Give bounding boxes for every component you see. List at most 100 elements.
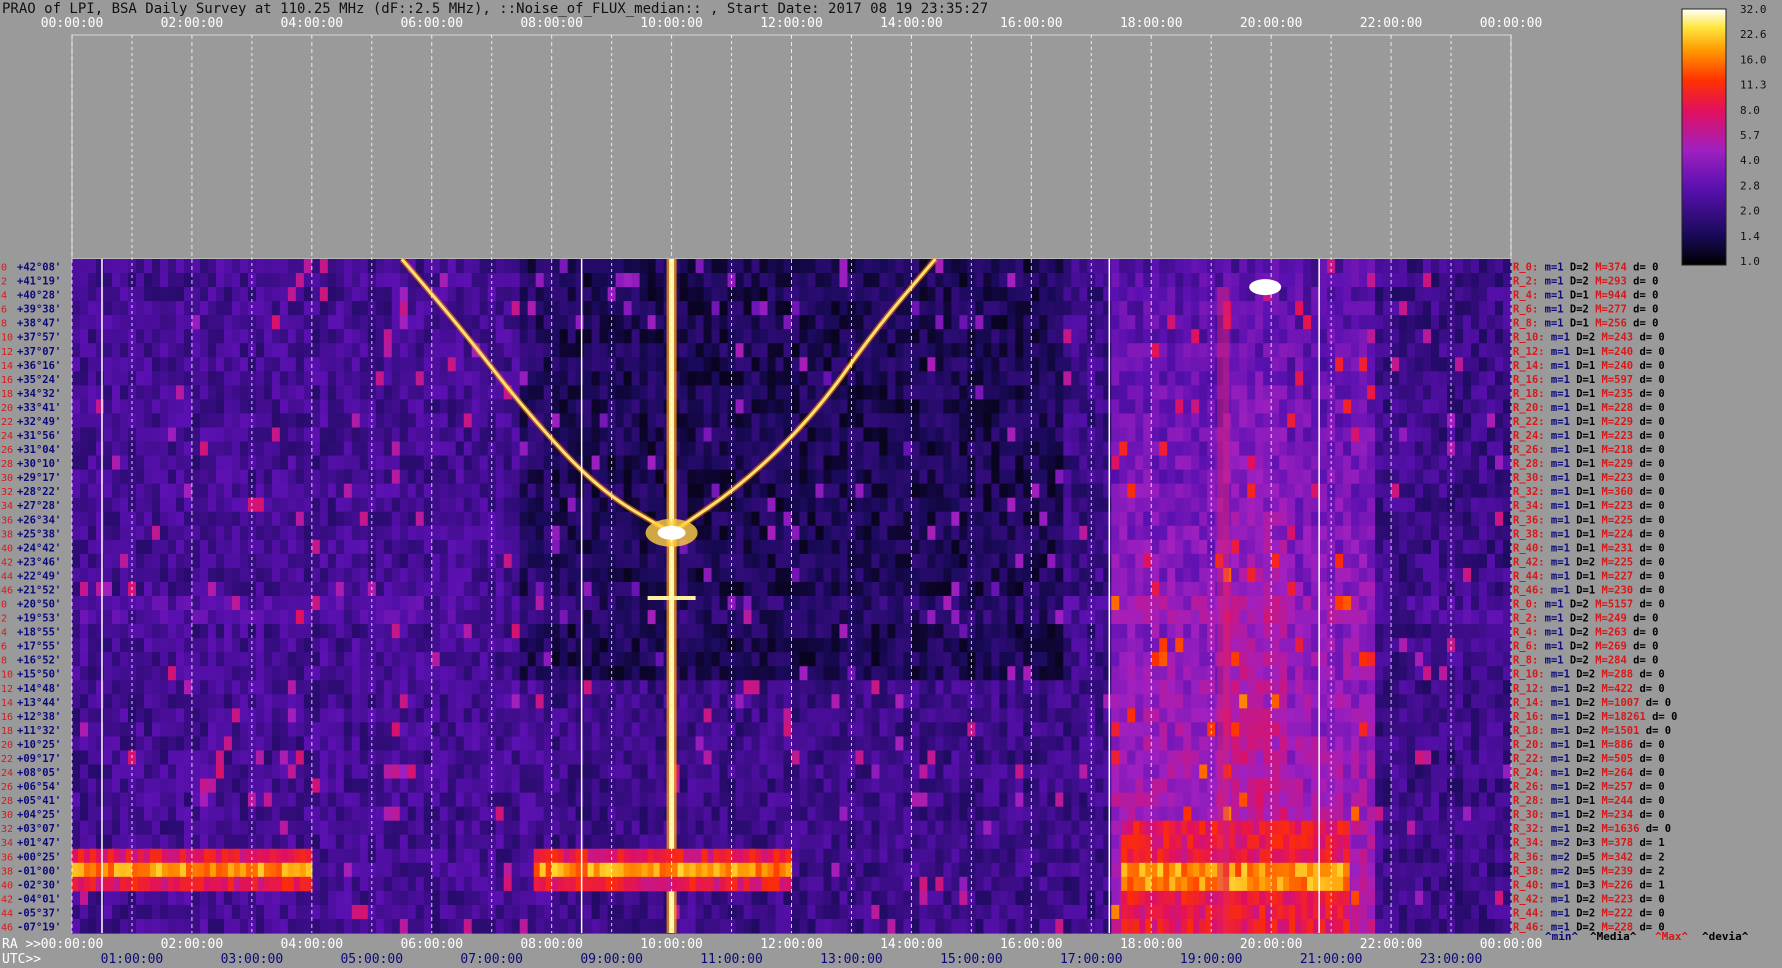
heat-cell	[783, 287, 793, 302]
heat-cell	[623, 539, 633, 555]
heat-cell	[711, 441, 721, 457]
heat-cell	[1255, 371, 1264, 386]
heat-cell	[1375, 469, 1384, 485]
heat-cell	[503, 399, 513, 415]
heat-cell	[1391, 399, 1400, 415]
heat-cell	[887, 539, 897, 555]
heat-cell	[855, 638, 865, 653]
heat-cell	[207, 511, 217, 527]
heat-cell	[1479, 385, 1488, 401]
heat-cell	[783, 497, 793, 513]
heat-cell	[1031, 610, 1040, 625]
heat-cell	[167, 343, 177, 358]
heat-cell	[231, 315, 241, 330]
heat-cell	[1391, 610, 1400, 625]
heat-cell	[639, 413, 649, 429]
heat-cell	[1167, 427, 1176, 443]
heat-cell	[1183, 329, 1192, 344]
heat-cell	[567, 273, 577, 288]
heat-cell	[95, 567, 105, 583]
heat-cell	[1367, 525, 1376, 541]
heat-cell	[119, 497, 129, 513]
heat-cell	[855, 315, 865, 330]
heat-cell	[1503, 469, 1512, 485]
heat-cell	[751, 638, 761, 653]
heat-cell	[455, 301, 465, 316]
heat-cell	[1303, 343, 1312, 358]
heat-cell	[599, 399, 609, 415]
heat-cell	[1047, 511, 1056, 527]
heat-cell	[839, 329, 849, 344]
heat-cell	[919, 385, 928, 401]
heat-cell	[767, 539, 777, 555]
heat-cell	[279, 511, 289, 527]
heat-cell	[495, 343, 505, 358]
heat-cell	[1175, 315, 1184, 330]
heat-cell	[943, 385, 952, 401]
heat-cell	[743, 525, 753, 541]
heat-cell	[1471, 553, 1480, 569]
heat-cell	[1455, 610, 1464, 625]
heat-cell	[791, 638, 801, 653]
heat-cell	[231, 624, 241, 639]
heat-cell	[439, 259, 449, 274]
heat-cell	[639, 371, 649, 386]
heat-cell	[223, 329, 233, 344]
heat-cell	[1247, 469, 1256, 485]
heat-cell	[399, 511, 409, 527]
heat-cell	[991, 553, 1000, 569]
heat-cell	[199, 287, 209, 302]
heat-cell	[287, 273, 297, 288]
heat-cell	[927, 511, 936, 527]
heat-cell	[527, 469, 537, 485]
heat-cell	[935, 273, 944, 288]
heat-cell	[687, 427, 697, 443]
heat-cell	[303, 567, 313, 583]
heat-cell	[679, 357, 689, 372]
heat-cell	[1455, 357, 1464, 372]
heat-cell	[911, 343, 921, 358]
heat-cell	[583, 301, 593, 316]
heat-cell	[1055, 315, 1064, 330]
heat-cell	[95, 273, 105, 288]
heat-cell	[1495, 539, 1504, 555]
heat-cell	[495, 399, 505, 415]
heat-cell	[1367, 567, 1376, 583]
heat-cell	[167, 610, 177, 625]
heat-cell	[311, 567, 321, 583]
heat-cell	[1071, 357, 1080, 372]
heat-cell	[1095, 567, 1104, 583]
heat-cell	[543, 610, 553, 625]
heat-cell	[1167, 371, 1176, 386]
heat-cell	[175, 413, 185, 429]
heat-cell	[871, 287, 881, 302]
heat-cell	[1239, 287, 1248, 302]
heat-cell	[263, 315, 273, 330]
heat-cell	[535, 596, 545, 611]
heat-cell	[927, 483, 936, 499]
heat-cell	[375, 301, 385, 316]
heat-cell	[735, 638, 745, 653]
heat-cell	[1391, 413, 1400, 429]
heat-cell	[1287, 273, 1296, 288]
heat-cell	[535, 343, 545, 358]
heat-cell	[999, 343, 1008, 358]
heat-cell	[415, 259, 425, 274]
heat-cell	[863, 301, 873, 316]
heat-cell	[503, 624, 513, 639]
heat-cell	[879, 610, 889, 625]
heat-cell	[1263, 567, 1272, 583]
heat-cell	[895, 581, 905, 597]
heat-cell	[119, 441, 129, 457]
heat-cell	[1071, 427, 1080, 443]
heat-cell	[103, 610, 113, 625]
heat-cell	[79, 469, 89, 485]
heat-cell	[703, 525, 713, 541]
heat-cell	[879, 259, 889, 274]
heat-cell	[471, 441, 481, 457]
heat-cell	[279, 329, 289, 344]
heat-cell	[1031, 315, 1040, 330]
heat-cell	[855, 441, 865, 457]
heat-cell	[431, 596, 441, 611]
heat-cell	[959, 287, 968, 302]
